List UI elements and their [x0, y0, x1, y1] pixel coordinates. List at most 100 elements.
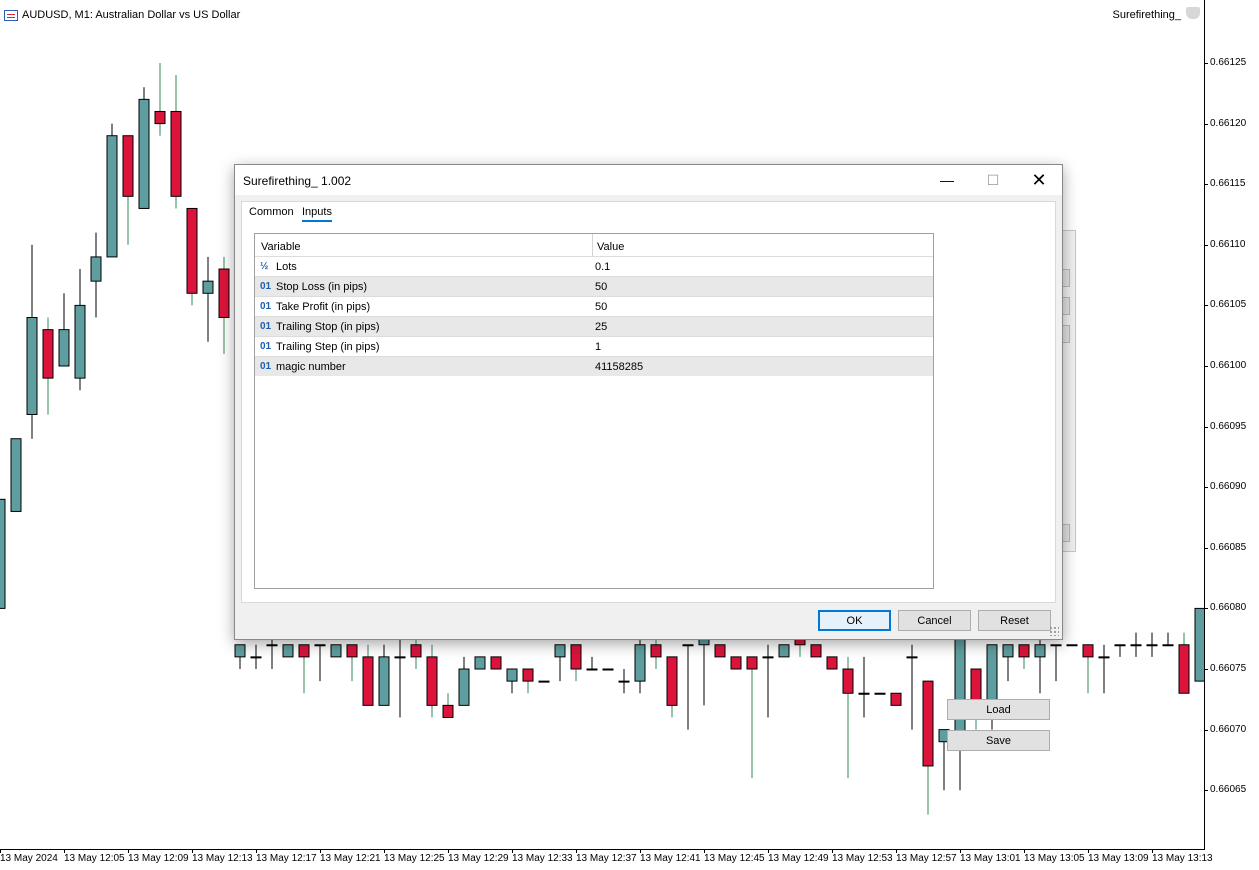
- time-label: 13 May 13:01: [960, 853, 1021, 864]
- candle-bull: [234, 644, 246, 658]
- price-tick: [1204, 487, 1208, 489]
- variable-value[interactable]: 1: [595, 341, 601, 353]
- variable-value[interactable]: 0.1: [595, 261, 610, 273]
- candle-bear: [170, 110, 182, 197]
- input-row[interactable]: 01 Trailing Stop (in pips) 25: [255, 316, 933, 336]
- input-row[interactable]: 01 Stop Loss (in pips) 50: [255, 276, 933, 296]
- candle-bear: [1018, 644, 1030, 658]
- time-label: 13 May 12:13: [192, 853, 253, 864]
- candle-bull: [1050, 644, 1062, 647]
- candle-bear: [730, 656, 742, 670]
- price-tick: [1204, 123, 1208, 125]
- maximize-button[interactable]: ☐: [970, 165, 1016, 195]
- variable-value[interactable]: 25: [595, 321, 607, 333]
- time-label: 13 May 12:37: [576, 853, 637, 864]
- load-button[interactable]: Load: [947, 699, 1050, 720]
- time-label: 13 May 12:53: [832, 853, 893, 864]
- input-row[interactable]: 01 Take Profit (in pips) 50: [255, 296, 933, 316]
- chart-symbol-label: AUDUSD, M1: Australian Dollar vs US Doll…: [22, 9, 241, 21]
- candle-bull: [682, 644, 694, 647]
- price-label: 0.66075: [1210, 663, 1247, 674]
- variable-value[interactable]: 50: [595, 281, 607, 293]
- time-label: 13 May 12:17: [256, 853, 317, 864]
- chart-window-icon: [4, 9, 18, 21]
- candle-bull: [90, 256, 102, 282]
- candle-bull: [26, 317, 38, 415]
- candle-bull: [106, 135, 118, 258]
- candle-bull: [1066, 644, 1078, 647]
- candle-bull: [138, 98, 150, 209]
- price-label: 0.66070: [1210, 723, 1247, 735]
- cancel-button[interactable]: Cancel: [898, 610, 971, 631]
- variable-value[interactable]: 50: [595, 301, 607, 313]
- candle-bull: [538, 680, 550, 683]
- candle-bear: [890, 692, 902, 706]
- candle-bull: [1002, 644, 1014, 658]
- tab-inputs[interactable]: Inputs: [302, 206, 332, 222]
- candle-bull: [250, 656, 262, 659]
- tab-panel: Common Inputs Variable Value ½ Lots 0.1 01 S…: [241, 201, 1056, 751]
- dialog-title: Surefirething_ 1.002: [243, 174, 352, 188]
- candle-bear: [410, 644, 422, 658]
- save-button[interactable]: Save: [947, 730, 1050, 751]
- expert-advisor-label[interactable]: Surefirething_: [1113, 9, 1182, 21]
- reset-button[interactable]: Reset: [978, 610, 1051, 631]
- candle-bear: [826, 656, 838, 670]
- double-type-icon: ½: [260, 261, 269, 272]
- expert-properties-dialog: Surefirething_ 1.002 — ☐ ✕ Common Inputs…: [234, 164, 1063, 751]
- price-label: 0.66090: [1210, 481, 1247, 493]
- input-row[interactable]: ½ Lots 0.1: [255, 256, 933, 276]
- candle-bull: [618, 680, 630, 683]
- integer-type-icon: 01: [260, 301, 272, 312]
- close-button[interactable]: ✕: [1016, 165, 1062, 195]
- variable-name: Lots: [276, 261, 297, 273]
- price-tick: [1204, 547, 1208, 549]
- candle-bear: [1178, 644, 1190, 694]
- price-tick: [1204, 426, 1208, 428]
- column-divider[interactable]: [592, 234, 593, 256]
- price-label: 0.66115: [1210, 178, 1246, 190]
- price-label: 0.66085: [1210, 541, 1247, 553]
- time-label: 13 May 12:29: [448, 853, 509, 864]
- time-label: 13 May 12:09: [128, 853, 189, 864]
- ok-button[interactable]: OK: [818, 610, 891, 631]
- price-label: 0.66105: [1210, 299, 1247, 311]
- tab-common[interactable]: Common: [249, 206, 294, 220]
- resize-grip-icon[interactable]: [1049, 626, 1059, 636]
- candle-bear: [42, 329, 54, 379]
- background-dialog-button: [1062, 325, 1070, 343]
- variable-value[interactable]: 41158285: [595, 361, 643, 373]
- candle-bull: [1146, 644, 1158, 647]
- price-tick: [1204, 608, 1208, 610]
- price-label: 0.66110: [1210, 238, 1246, 250]
- expert-hat-icon[interactable]: [1186, 7, 1200, 19]
- candle-bull: [602, 668, 614, 671]
- integer-type-icon: 01: [260, 321, 272, 332]
- input-row[interactable]: 01 magic number 41158285: [255, 356, 933, 376]
- column-header-variable[interactable]: Variable: [261, 241, 301, 253]
- candle-bull: [266, 644, 278, 647]
- candle-bear: [810, 644, 822, 658]
- column-header-value[interactable]: Value: [597, 241, 624, 253]
- price-tick: [1204, 244, 1208, 246]
- minimize-button[interactable]: —: [924, 165, 970, 195]
- candle-bull: [202, 280, 214, 294]
- time-label: 13 May 12:49: [768, 853, 829, 864]
- chart-header: AUDUSD, M1: Australian Dollar vs US Doll…: [4, 7, 240, 23]
- input-row[interactable]: 01 Trailing Step (in pips) 1: [255, 336, 933, 356]
- candle-bull: [314, 644, 326, 647]
- candle-bear: [122, 135, 134, 197]
- candle-bear: [490, 656, 502, 670]
- variable-name: Take Profit (in pips): [276, 301, 371, 313]
- candle-bear: [298, 644, 310, 658]
- time-label: 13 May 13:13: [1152, 853, 1213, 864]
- integer-type-icon: 01: [260, 341, 272, 352]
- variable-name: Trailing Stop (in pips): [276, 321, 380, 333]
- time-label: 13 May 13:09: [1088, 853, 1149, 864]
- candle-bull: [1034, 644, 1046, 658]
- candle-bear: [842, 668, 854, 694]
- inputs-grid: Variable Value ½ Lots 0.1 01 Stop Loss (in p…: [254, 233, 934, 589]
- candle-bear: [666, 656, 678, 706]
- price-tick: [1204, 669, 1208, 670]
- dialog-titlebar[interactable]: Surefirething_ 1.002 — ☐ ✕: [235, 165, 1062, 195]
